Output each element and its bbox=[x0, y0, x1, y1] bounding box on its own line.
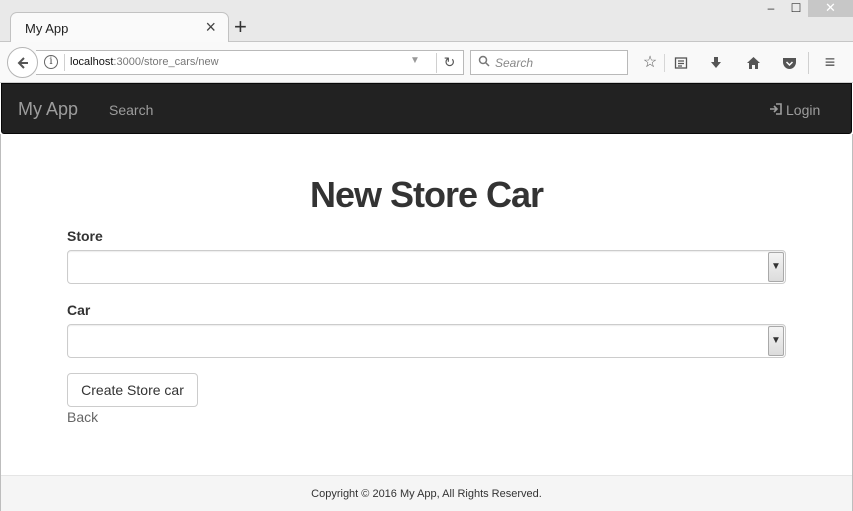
toolbar-divider bbox=[808, 52, 809, 74]
download-icon[interactable] bbox=[704, 51, 728, 75]
maximize-window-button[interactable]: ☐ bbox=[782, 0, 810, 17]
close-tab-icon[interactable]: × bbox=[205, 17, 216, 37]
search-placeholder: Search bbox=[495, 56, 534, 70]
back-link[interactable]: Back bbox=[67, 409, 98, 425]
copyright-text: Copyright © 2016 My App, All Rights Rese… bbox=[311, 488, 542, 500]
login-label: Login bbox=[786, 102, 821, 118]
url-history-dropdown-icon[interactable]: ▼ bbox=[410, 55, 420, 66]
url-path: :3000/store_cars/new bbox=[113, 56, 219, 68]
nav-link-search[interactable]: Search bbox=[109, 102, 153, 118]
chevron-down-icon[interactable]: ▼ bbox=[768, 252, 784, 282]
tab-title: My App bbox=[25, 21, 69, 36]
info-icon[interactable]: i bbox=[44, 55, 58, 69]
login-icon bbox=[769, 103, 783, 118]
new-tab-button[interactable]: + bbox=[234, 16, 247, 38]
app-navbar: My App Search Login bbox=[1, 83, 852, 134]
car-label: Car bbox=[67, 302, 91, 318]
create-store-car-button[interactable]: Create Store car bbox=[67, 373, 198, 407]
home-icon[interactable] bbox=[741, 51, 765, 75]
footer: Copyright © 2016 My App, All Rights Rese… bbox=[1, 475, 852, 511]
pocket-icon[interactable] bbox=[777, 51, 801, 75]
search-icon bbox=[478, 55, 490, 70]
reading-list-icon[interactable] bbox=[669, 51, 693, 75]
address-bar[interactable]: i localhost:3000/store_cars/new ▼ ↻ bbox=[36, 50, 464, 75]
toolbar-divider bbox=[664, 54, 665, 72]
address-divider bbox=[64, 54, 65, 71]
browser-tab[interactable]: My App × bbox=[10, 12, 229, 43]
browser-toolbar: i localhost:3000/store_cars/new ▼ ↻ Sear… bbox=[0, 42, 853, 83]
brand-link[interactable]: My App bbox=[18, 99, 78, 120]
reload-icon[interactable]: ↻ bbox=[436, 53, 462, 73]
star-icon[interactable]: ☆ bbox=[638, 51, 662, 75]
search-input[interactable]: Search bbox=[470, 50, 628, 75]
page-title: New Store Car bbox=[309, 174, 544, 215]
url-text[interactable]: localhost:3000/store_cars/new bbox=[70, 56, 219, 68]
url-host: localhost bbox=[70, 56, 114, 68]
browser-tab-strip: My App × + – ☐ ✕ bbox=[0, 0, 853, 43]
minimize-window-button[interactable]: – bbox=[757, 0, 785, 17]
store-label: Store bbox=[67, 228, 103, 244]
store-select[interactable]: ▼ bbox=[67, 250, 786, 284]
back-arrow-icon[interactable] bbox=[7, 47, 38, 78]
chevron-down-icon[interactable]: ▼ bbox=[768, 326, 784, 356]
car-select[interactable]: ▼ bbox=[67, 324, 786, 358]
close-window-button[interactable]: ✕ bbox=[808, 0, 853, 17]
hamburger-menu-icon[interactable]: ≡ bbox=[818, 51, 842, 75]
login-link[interactable]: Login bbox=[769, 102, 820, 118]
